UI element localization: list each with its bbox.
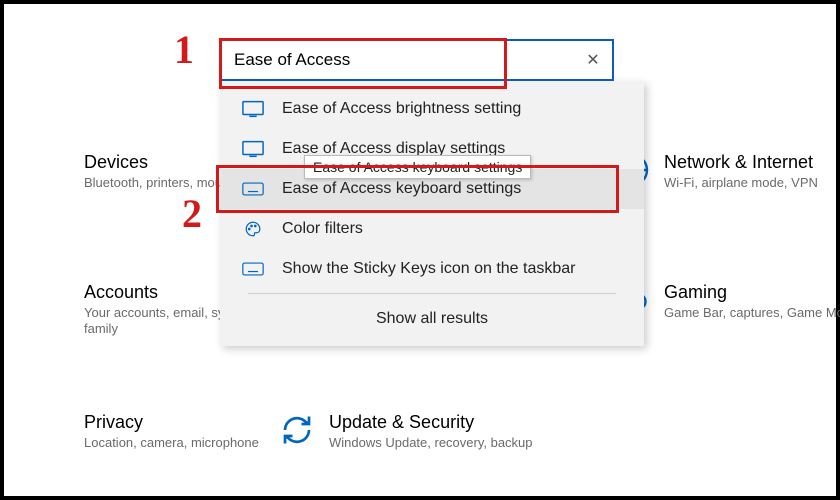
category-network[interactable]: Network & Internet Wi-Fi, airplane mode,… [614,152,840,191]
category-subtitle: Game Bar, captures, Game Mode [664,305,840,321]
category-title: Devices [84,152,236,173]
search-result-stickykeys[interactable]: Show the Sticky Keys icon on the taskbar [220,249,644,289]
sync-icon [279,412,315,448]
category-privacy[interactable]: Privacy Location, camera, microphone [34,412,284,451]
search-input[interactable] [222,50,574,70]
search-result-colorfilters[interactable]: Color filters [220,209,644,249]
monitor-icon [242,100,264,118]
annotation-number-2: 2 [182,190,202,237]
search-result-label: Ease of Access brightness setting [282,100,521,118]
keyboard-icon [242,260,264,278]
lock-icon [34,412,70,448]
devices-icon [34,152,70,188]
show-all-results-button[interactable]: Show all results [220,294,644,346]
accounts-icon [34,282,70,318]
search-result-display[interactable]: Ease of Access display settings Ease of … [220,129,644,169]
search-result-label: Show the Sticky Keys icon on the taskbar [282,260,575,278]
search-result-label: Ease of Access keyboard settings [282,180,521,198]
keyboard-icon [242,180,264,198]
category-update[interactable]: Update & Security Windows Update, recove… [279,412,579,451]
monitor-icon [242,140,264,158]
category-subtitle: Bluetooth, printers, mouse [84,175,236,191]
search-result-brightness[interactable]: Ease of Access brightness setting [220,89,644,129]
category-title: Network & Internet [664,152,818,173]
category-title: Gaming [664,282,840,303]
annotation-number-1: 1 [174,26,194,73]
search-result-tooltip: Ease of Access keyboard settings [304,155,531,179]
category-subtitle: Windows Update, recovery, backup [329,435,533,451]
settings-search-box[interactable]: ✕ [220,39,614,81]
palette-icon [242,220,264,238]
clear-search-button[interactable]: ✕ [574,41,612,79]
category-title: Privacy [84,412,259,433]
category-subtitle: Wi-Fi, airplane mode, VPN [664,175,818,191]
search-result-label: Color filters [282,220,363,238]
category-gaming[interactable]: Gaming Game Bar, captures, Game Mode [614,282,840,321]
category-subtitle: Location, camera, microphone [84,435,259,451]
search-suggestions-panel: Ease of Access brightness setting Ease o… [220,81,644,346]
category-title: Update & Security [329,412,533,433]
